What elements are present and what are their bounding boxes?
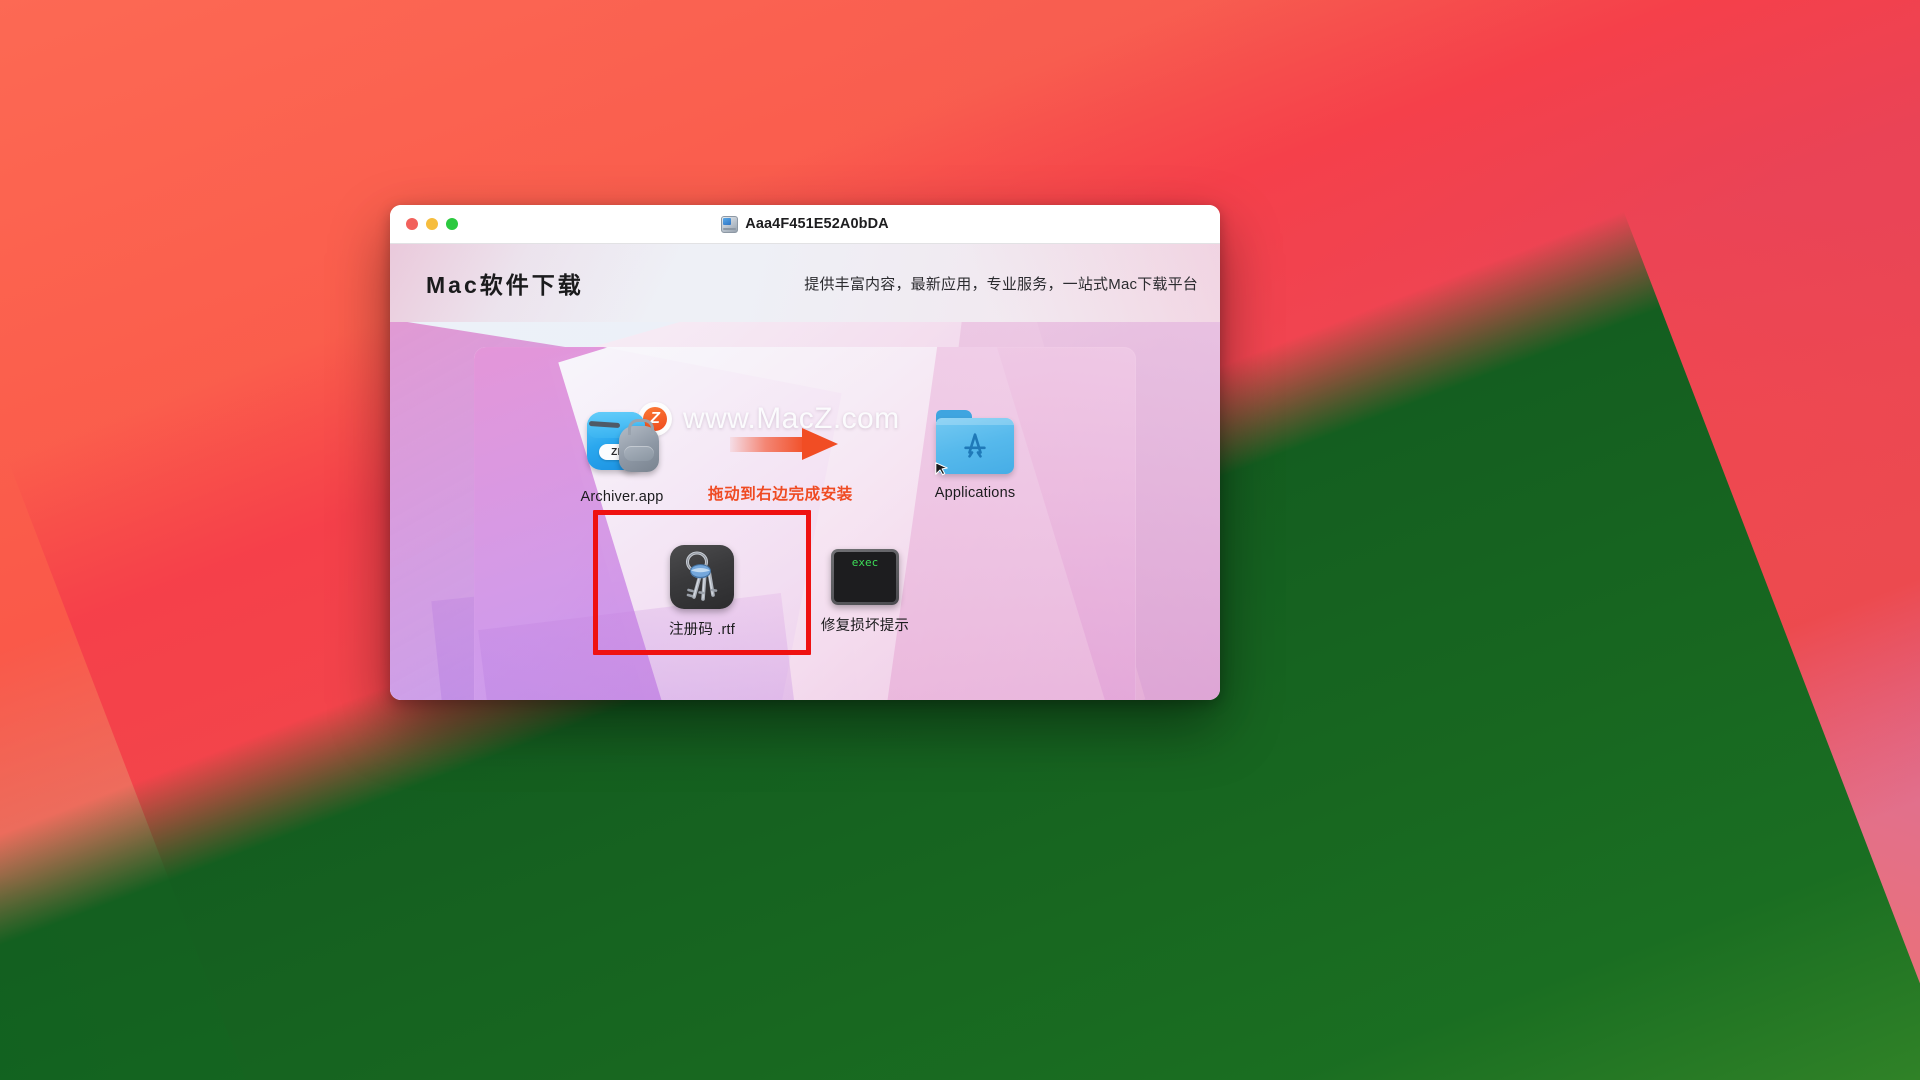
minimize-button[interactable] [426,218,438,230]
window-title-group: Aaa4F451E52A0bDA [390,205,1220,243]
file-item-label: 修复损坏提示 [820,618,910,634]
file-item-label: Archiver.app [580,489,664,505]
file-item-license-rtf[interactable]: 注册码 .rtf [622,545,782,639]
dmg-volume-window[interactable]: Aaa4F451E52A0bDA Mac软件下载 提供丰富内容，最新应用，专业服… [390,205,1220,700]
file-item-repair-tip[interactable]: exec 修复损坏提示 [785,545,945,635]
file-item-label: Applications [934,485,1016,501]
alias-arrow-badge-icon [935,462,948,476]
file-item-applications[interactable]: Applications [895,410,1055,501]
file-item-label: 注册码 .rtf [668,622,736,638]
app-store-glyph [964,433,986,458]
window-title: Aaa4F451E52A0bDA [745,216,889,232]
terminal-script-icon: exec [831,549,899,605]
keychain-document-icon [670,545,734,609]
drag-instruction-text: 拖动到右边完成安装 [708,486,853,503]
keychain-glyph [686,551,718,601]
terminal-screen: exec [834,552,896,602]
brand-title: Mac软件下载 [426,272,584,298]
terminal-exec-text: exec [851,556,879,569]
disk-image-icon [721,215,739,233]
close-button[interactable] [406,218,418,230]
window-titlebar[interactable]: Aaa4F451E52A0bDA [390,205,1220,244]
right-arrow-icon [730,428,838,460]
applications-folder-alias-icon [935,410,1014,476]
brand-tagline: 提供丰富内容，最新应用，专业服务，一站式Mac下载平台 [804,275,1198,293]
drag-direction-arrow [730,428,838,460]
file-item-archiver-app[interactable]: ZI Archiver.app [542,406,702,505]
traffic-light-group [406,218,458,230]
dmg-header-banner: Mac软件下载 提供丰富内容，最新应用，专业服务，一站式Mac下载平台 [390,244,1220,322]
dmg-icon-grid: ZI Archiver.app 拖动到右边完成安装 Applications 注… [390,322,1220,700]
dmg-content-area: Z www.MacZ.com ZI Archiver.app 拖动到右边完成安装… [390,322,1220,700]
archiver-app-icon: ZI [585,406,659,480]
zoom-button[interactable] [446,218,458,230]
